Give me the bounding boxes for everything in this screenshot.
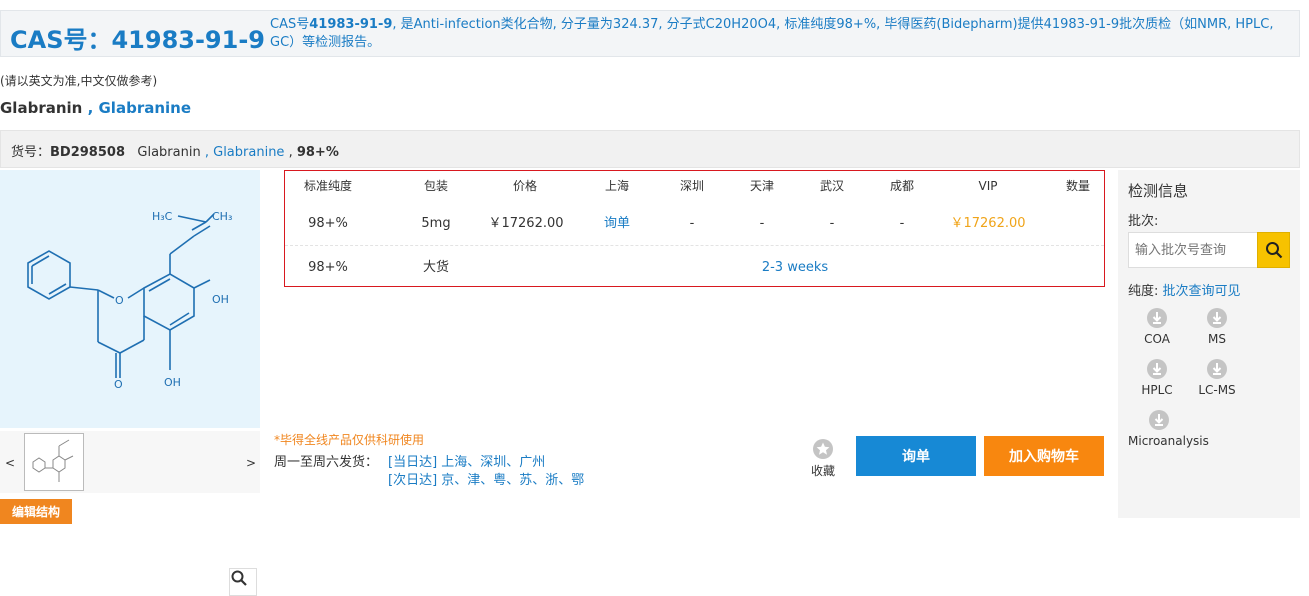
col-wuhan: 武汉 [819, 179, 844, 193]
shipping-same-day: [当日达] 上海、深圳、广州 [388, 455, 546, 470]
purity-separator: , [284, 145, 297, 160]
col-vip: VIP [978, 179, 998, 193]
col-price: 价格 [512, 179, 537, 193]
row-wuhan: - [829, 216, 835, 231]
item-code-label: 货号： [11, 145, 51, 160]
download-label: Microanalysis [1128, 434, 1209, 448]
panel-title: 检测信息 [1128, 182, 1189, 200]
download-hplc[interactable]: HPLC [1127, 358, 1187, 397]
add-to-cart-button[interactable]: 加入购物车 [984, 436, 1104, 476]
row-tianjin: - [759, 216, 765, 231]
download-label: HPLC [1141, 383, 1173, 397]
batch-label: 批次: [1128, 214, 1159, 229]
table-header: 标准纯度 包装 价格 上海 深圳 天津 武汉 成都 VIP 数量 [285, 171, 1104, 201]
magnifier-icon[interactable] [229, 568, 257, 596]
aromatic-ring [143, 273, 195, 331]
price-table: 标准纯度 包装 价格 上海 深圳 天津 武汉 成都 VIP 数量 98+% 5m… [284, 170, 1105, 287]
download-icon [1207, 359, 1227, 379]
desc-cas-number: 41983-91-9 [309, 17, 393, 32]
col-purity: 标准纯度 [303, 179, 352, 193]
download-coa[interactable]: COA [1127, 307, 1187, 346]
favorite-label: 收藏 [810, 464, 835, 478]
col-tianjin: 天津 [749, 179, 774, 193]
phenyl-ring [27, 250, 71, 300]
download-lcms[interactable]: LC-MS [1187, 358, 1247, 397]
inquiry-button[interactable]: 询单 [856, 436, 976, 476]
favorite-button[interactable]: 收藏 [805, 438, 841, 479]
desc-rest: , 是Anti-infection类化合物, 分子量为324.37, 分子式C2… [270, 17, 1274, 50]
download-icon [1207, 308, 1227, 328]
row-price: ￥17262.00 [488, 216, 564, 231]
col-pack: 包装 [423, 179, 448, 193]
row-chengdu: - [899, 216, 905, 231]
row-pack: 5mg [421, 216, 451, 231]
oh-bottom-label: OH [164, 376, 181, 389]
cas-title: CAS号：41983-91-9 [10, 26, 265, 54]
row-purity: 98+% [308, 216, 348, 231]
download-label: COA [1144, 332, 1170, 346]
col-shanghai: 上海 [604, 179, 629, 193]
thumbnail-strip: < > [0, 431, 260, 493]
star-icon [813, 439, 833, 459]
row-purity: 98+% [308, 260, 348, 275]
name-separator: , [82, 99, 99, 117]
shipping-next-day: [次日达] 京、津、粤、苏、浙、鄂 [388, 473, 585, 488]
structure-thumbnail[interactable] [24, 433, 84, 491]
col-chengdu: 成都 [889, 179, 914, 193]
col-shenzhen: 深圳 [679, 179, 704, 193]
cas-header: CAS号：41983-91-9 CAS号41983-91-9, 是Anti-in… [0, 10, 1300, 57]
product-title: Glabranin , Glabranine [0, 99, 191, 117]
item-code: BD298508 [50, 145, 125, 160]
item-purity: 98+% [296, 145, 339, 160]
row-vip-price: ￥17262.00 [950, 216, 1026, 231]
item-bar: 货号：BD298508 Glabranin , Glabranine , 98+… [0, 130, 1300, 168]
download-label: LC-MS [1198, 383, 1236, 397]
research-notice: *毕得全线产品仅供科研使用 [274, 433, 425, 447]
row-shenzhen: - [689, 216, 695, 231]
download-icon [1147, 308, 1167, 328]
shipping-label: 周一至周六发货： [274, 455, 379, 470]
ch3-right-label: CH₃ [212, 210, 232, 223]
language-note: (请以英文为准,中文仅做参考) [0, 74, 158, 88]
cas-description: CAS号41983-91-9, 是Anti-infection类化合物, 分子量… [270, 16, 1280, 52]
ch3-left-label: H₃C [152, 210, 173, 223]
product-alias-link[interactable]: Glabranine [99, 99, 192, 117]
table-row: 98+% 5mg ￥17262.00 询单 - - - - ￥17262.00 [285, 209, 1104, 246]
row-pack: 大货 [422, 260, 449, 275]
next-thumb-button[interactable]: > [246, 456, 256, 470]
search-icon[interactable] [1257, 232, 1290, 268]
ketone-oxygen-label: O [114, 378, 123, 391]
inspection-panel: 检测信息 批次: 纯度: 批次查询可见 COA MS HPLC LC-MS Mi… [1118, 170, 1300, 518]
edit-structure-button[interactable]: 编辑结构 [0, 499, 72, 524]
download-label: MS [1208, 332, 1226, 346]
shanghai-inquiry-link[interactable]: 询单 [585, 209, 649, 239]
table-row: 98+% 大货 2-3 weeks [285, 253, 1104, 283]
structure-image: H₃C CH₃ OH OH O O [0, 170, 260, 596]
download-icon [1147, 359, 1167, 379]
oh-top-label: OH [212, 293, 229, 306]
item-name: Glabranin [137, 145, 201, 160]
item-separator: , [200, 145, 214, 160]
batch-search-input[interactable] [1128, 232, 1258, 268]
chemical-structure-svg: H₃C CH₃ OH OH O O [27, 210, 232, 391]
col-quantity: 数量 [1065, 179, 1090, 193]
download-icon [1149, 410, 1169, 430]
download-ms[interactable]: MS [1187, 307, 1247, 346]
desc-prefix: CAS号 [270, 17, 310, 32]
purity-batch-link[interactable]: 批次查询可见 [1163, 284, 1241, 299]
ring-oxygen-label: O [115, 294, 124, 307]
download-microanalysis[interactable]: Microanalysis [1122, 409, 1212, 448]
item-alias-link[interactable]: Glabranine [213, 145, 284, 160]
product-name: Glabranin [0, 99, 83, 117]
prev-thumb-button[interactable]: < [5, 456, 15, 470]
row-lead-time: 2-3 weeks [761, 260, 829, 275]
purity-info: 纯度: 批次查询可见 [1128, 280, 1241, 299]
purity-label: 纯度: [1128, 284, 1163, 299]
